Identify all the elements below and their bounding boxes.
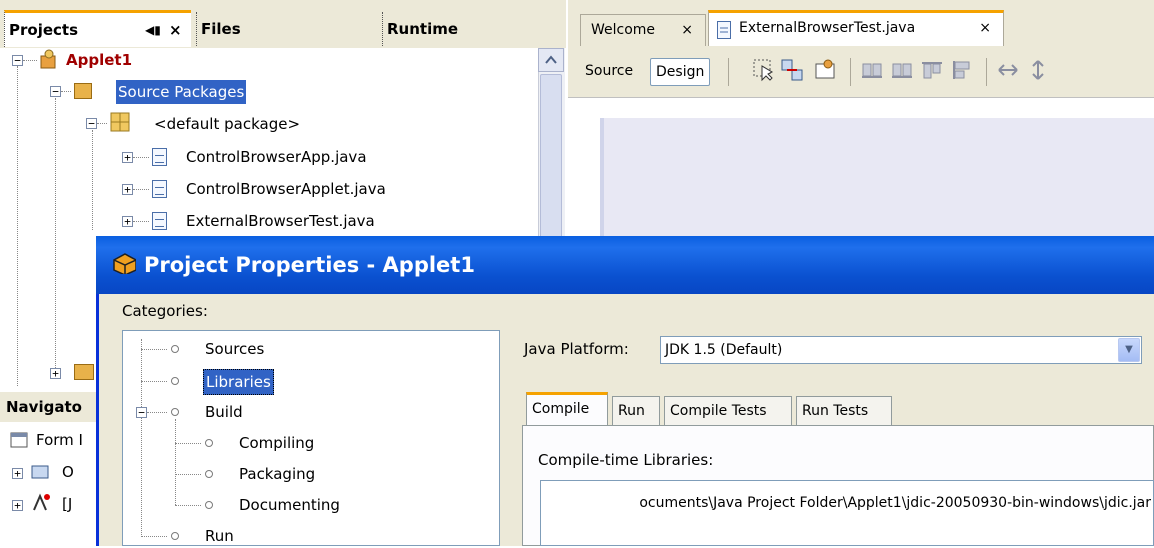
java-platform-label: Java Platform: <box>524 340 629 358</box>
minimize-icon[interactable]: ◀▮ <box>145 13 161 47</box>
editor-tab-bar: Welcome × ExternalBrowserTest.java × <box>568 0 1154 48</box>
collapse-icon[interactable]: − <box>136 407 147 418</box>
toolbar-separator <box>986 58 987 86</box>
node-bullet-icon <box>171 532 179 540</box>
category-run[interactable]: Run <box>203 524 236 548</box>
bean-icon <box>33 493 50 511</box>
categories-tree: Sources Libraries − Build Compiling Pack… <box>122 330 500 546</box>
collapse-icon[interactable]: − <box>86 118 97 129</box>
category-documenting[interactable]: Documenting <box>237 493 342 517</box>
java-platform-select[interactable]: JDK 1.5 (Default) ▼ <box>660 336 1142 364</box>
editor-toolbar: Source Design <box>568 48 1154 98</box>
navigator-title: Navigato <box>6 398 82 416</box>
source-packages-icon <box>74 83 92 99</box>
toolbar-separator <box>850 58 851 86</box>
tab-run[interactable]: Run <box>612 396 660 426</box>
collapse-icon[interactable]: − <box>12 55 23 66</box>
node-bullet-icon <box>205 439 213 447</box>
align-top-icon[interactable] <box>920 58 944 82</box>
tab-file-label: ExternalBrowserTest.java <box>739 20 916 36</box>
tab-projects-label: Projects <box>9 21 79 39</box>
navigator-header[interactable]: Navigato <box>0 392 100 422</box>
expand-icon[interactable]: + <box>122 184 133 195</box>
node-bullet-icon <box>205 470 213 478</box>
connection-mode-icon[interactable] <box>780 58 804 82</box>
navigator-item-form[interactable]: Form I <box>36 428 83 452</box>
navigator-item-j[interactable]: [J <box>62 492 72 516</box>
java-file-icon <box>152 180 167 198</box>
applet-project-icon <box>40 49 56 69</box>
category-packaging[interactable]: Packaging <box>237 462 317 486</box>
node-bullet-icon <box>171 408 179 416</box>
tree-node-default-package[interactable]: <default package> <box>154 112 300 136</box>
expand-icon[interactable]: + <box>12 500 23 511</box>
expand-icon[interactable]: + <box>122 216 133 227</box>
tree-node-externalbrowsertest[interactable]: ExternalBrowserTest.java <box>186 209 375 233</box>
expand-icon[interactable]: + <box>12 468 23 479</box>
design-view-button[interactable]: Design <box>650 58 711 86</box>
tab-welcome[interactable]: Welcome × <box>580 14 706 46</box>
package-icon <box>110 112 130 132</box>
netbeans-cube-icon <box>113 253 136 274</box>
expand-icon[interactable]: + <box>122 152 133 163</box>
tab-files-label: Files <box>201 20 241 38</box>
tree-node-controlbrowserapp[interactable]: ControlBrowserApp.java <box>186 145 367 169</box>
node-bullet-icon <box>171 345 179 353</box>
tree-node-source-packages[interactable]: Source Packages <box>116 80 247 104</box>
component-icon <box>31 465 49 479</box>
categories-label: Categories: <box>122 302 208 320</box>
node-bullet-icon <box>171 377 179 385</box>
tree-node-controlbrowserapplet[interactable]: ControlBrowserApplet.java <box>186 177 386 201</box>
chevron-down-icon[interactable]: ▼ <box>1118 338 1140 362</box>
horizontal-resize-icon[interactable] <box>996 58 1020 82</box>
scroll-up-button[interactable] <box>538 48 564 72</box>
close-icon[interactable]: × <box>979 13 991 43</box>
java-file-icon <box>717 21 731 39</box>
compile-libraries-label: Compile-time Libraries: <box>538 451 714 469</box>
tab-compile[interactable]: Compile <box>526 392 608 426</box>
align-right-icon[interactable] <box>890 58 914 82</box>
form-design-area[interactable] <box>600 118 1154 238</box>
tab-projects[interactable]: Projects ◀▮ × <box>4 10 191 47</box>
dialog-title: Project Properties - Applet1 <box>144 253 475 277</box>
library-entry[interactable]: ocuments\Java Project Folder\Applet1\jdi… <box>639 495 1151 511</box>
align-left-icon[interactable] <box>860 58 884 82</box>
folder-icon <box>74 364 94 380</box>
tab-runtime[interactable]: Runtime <box>382 12 567 46</box>
align-bottom-icon[interactable] <box>950 58 974 82</box>
category-sources[interactable]: Sources <box>203 337 266 361</box>
preview-design-icon[interactable] <box>814 58 838 82</box>
node-bullet-icon <box>205 501 213 509</box>
navigator-tree: Form I + O + [J <box>0 422 100 546</box>
java-file-icon <box>152 212 167 230</box>
category-compiling[interactable]: Compiling <box>237 431 316 455</box>
tab-compile-tests[interactable]: Compile Tests <box>664 396 792 426</box>
category-libraries[interactable]: Libraries <box>203 369 274 395</box>
dialog-titlebar[interactable]: Project Properties - Applet1 <box>96 236 1154 294</box>
vertical-resize-icon[interactable] <box>1026 58 1050 82</box>
expand-icon[interactable]: + <box>50 368 61 379</box>
tab-welcome-label: Welcome <box>591 22 656 38</box>
selection-mode-icon[interactable] <box>752 58 776 82</box>
java-platform-value: JDK 1.5 (Default) <box>665 342 783 358</box>
category-build[interactable]: Build <box>203 400 245 424</box>
tab-files[interactable]: Files <box>196 12 381 46</box>
tab-externalbrowsertest[interactable]: ExternalBrowserTest.java × <box>708 10 1004 46</box>
projects-tab-bar: Projects ◀▮ × Files Runtime <box>0 0 566 48</box>
java-main-file-icon <box>152 148 167 166</box>
close-icon[interactable]: × <box>681 15 693 45</box>
tab-run-tests[interactable]: Run Tests <box>796 396 892 426</box>
collapse-icon[interactable]: − <box>50 86 61 97</box>
source-view-button[interactable]: Source <box>580 58 638 86</box>
tab-runtime-label: Runtime <box>387 20 459 38</box>
form-icon <box>10 432 28 448</box>
toolbar-separator <box>728 58 729 86</box>
scroll-thumb[interactable] <box>540 74 562 244</box>
navigator-item-o[interactable]: O <box>62 460 74 484</box>
close-icon[interactable]: × <box>169 13 182 47</box>
compile-libraries-list[interactable]: ocuments\Java Project Folder\Applet1\jdi… <box>540 480 1154 546</box>
tree-node-applet1[interactable]: Applet1 <box>66 48 132 72</box>
